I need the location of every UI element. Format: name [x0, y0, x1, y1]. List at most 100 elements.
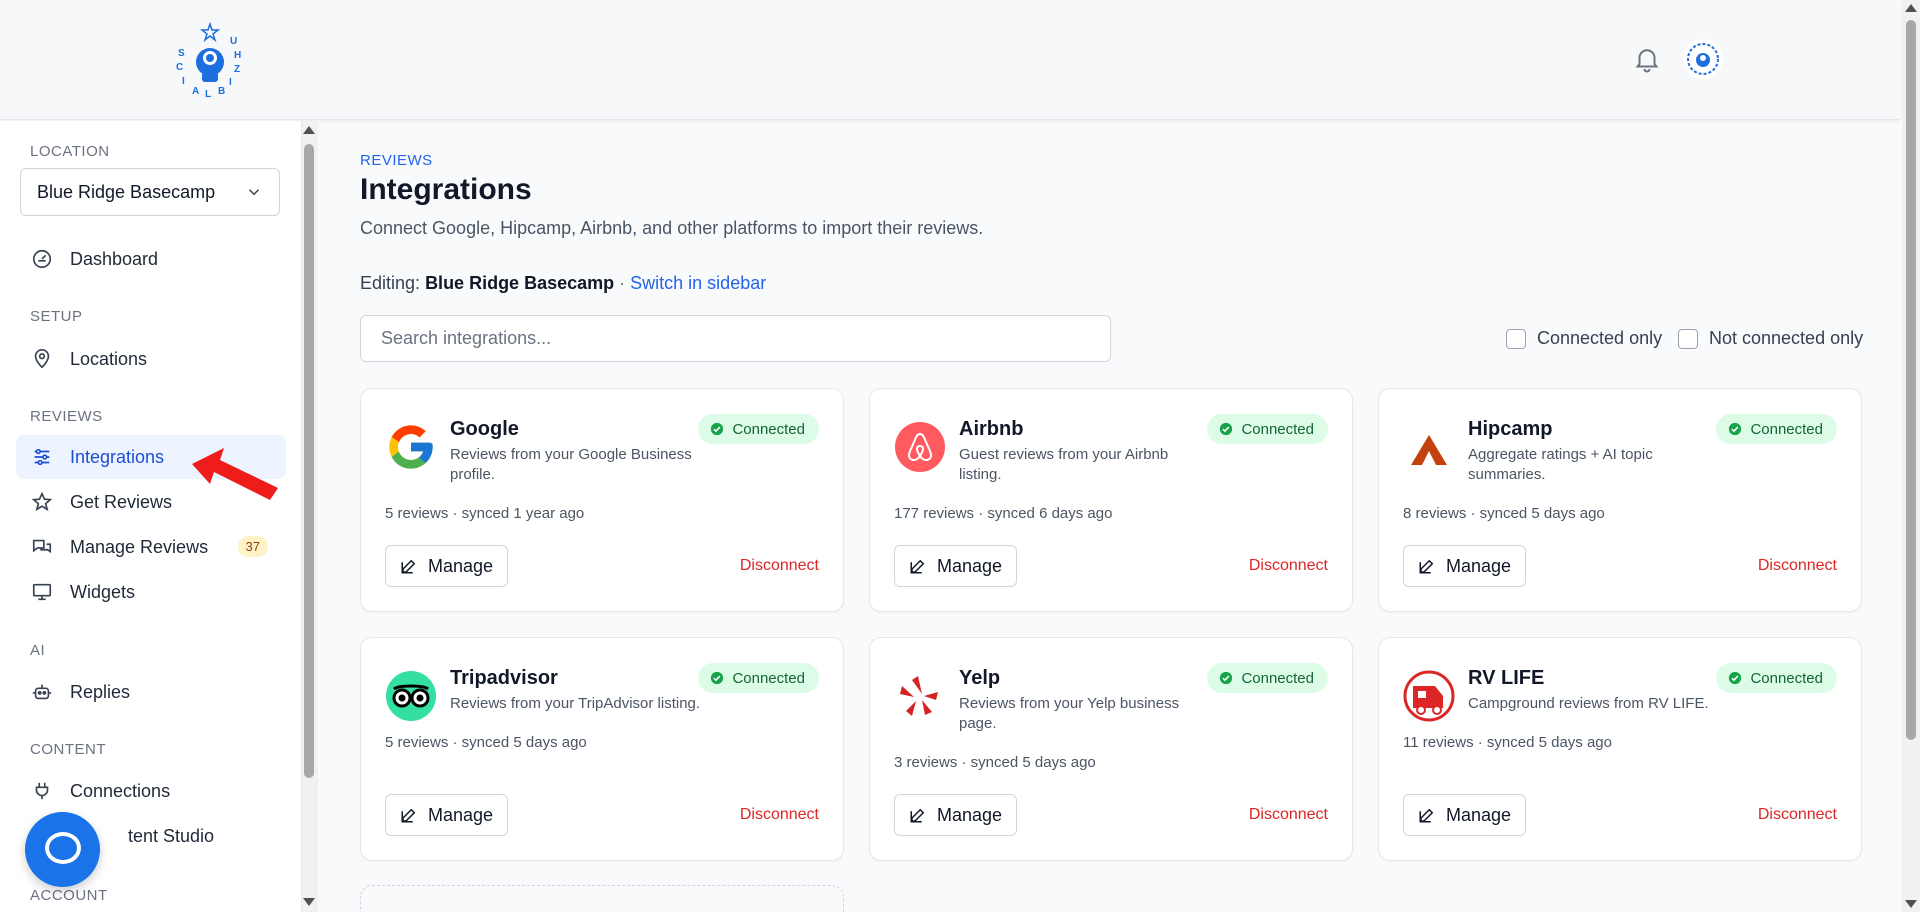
disconnect-link[interactable]: Disconnect: [1758, 806, 1837, 824]
manage-button[interactable]: Manage: [385, 545, 508, 587]
integration-meta: 8 reviews · synced 5 days ago: [1403, 505, 1605, 522]
svg-text:A: A: [192, 86, 199, 97]
avatar-logo[interactable]: [1682, 38, 1724, 80]
integration-name: Airbnb: [959, 418, 1024, 440]
gauge-icon: [30, 247, 54, 271]
page-scroll-up-arrow[interactable]: [1905, 4, 1917, 12]
disconnect-link[interactable]: Disconnect: [1758, 557, 1837, 575]
sidebar-item-label: Locations: [70, 348, 148, 369]
hipcamp-icon: [1411, 435, 1447, 465]
sidebar-item-dashboard[interactable]: Dashboard: [16, 237, 286, 281]
sidebar-item-manage-reviews[interactable]: Manage Reviews 37: [16, 525, 286, 569]
edit-icon: [910, 808, 925, 823]
svg-text:I: I: [229, 77, 232, 88]
svg-text:C: C: [176, 62, 183, 73]
disconnect-link[interactable]: Disconnect: [740, 806, 819, 824]
editing-label: Editing:: [360, 273, 421, 293]
integration-meta: 5 reviews · synced 5 days ago: [385, 734, 587, 751]
integration-meta: 3 reviews · synced 5 days ago: [894, 754, 1096, 771]
scroll-down-arrow[interactable]: [303, 898, 315, 906]
svg-text:Z: Z: [234, 64, 240, 75]
sidebar-item-connections[interactable]: Connections: [16, 769, 286, 813]
integration-name: Yelp: [959, 667, 1001, 689]
location-section-label: LOCATION: [30, 143, 110, 160]
integration-description: Reviews from your Yelp business page.: [959, 695, 1180, 732]
robot-icon: [30, 680, 54, 704]
sidebar-item-widgets[interactable]: Widgets: [16, 570, 286, 614]
manage-reviews-count-badge: 37: [237, 536, 268, 557]
bell-icon[interactable]: [1632, 44, 1662, 74]
integration-description: Campground reviews from RV LIFE.: [1468, 695, 1709, 712]
astronaut-logo[interactable]: S C I A L B I Z H U: [172, 22, 248, 98]
breadcrumb[interactable]: REVIEWS: [360, 152, 433, 169]
switch-in-sidebar-link[interactable]: Switch in sidebar: [630, 273, 766, 293]
location-select-value: Blue Ridge Basecamp: [37, 181, 216, 202]
svg-text:S: S: [178, 48, 185, 59]
setup-section-label: SETUP: [30, 308, 83, 325]
editing-line: Editing: Blue Ridge Basecamp · Switch in…: [360, 273, 766, 294]
integration-card-rv-life: RV LIFE Campground reviews from RV LIFE.…: [1378, 637, 1862, 861]
status-text: Connected: [1241, 420, 1314, 438]
connected-only-filter[interactable]: Connected only: [1506, 328, 1662, 349]
integration-description: Aggregate ratings + AI topic summaries.: [1468, 446, 1653, 483]
status-badge: Connected: [698, 663, 819, 693]
integration-card-google: Google Reviews from your Google Business…: [360, 388, 844, 612]
integration-card-yelp: Yelp Reviews from your Yelp business pag…: [869, 637, 1353, 861]
check-circle-icon: [1729, 671, 1742, 685]
integration-name: RV LIFE: [1468, 667, 1545, 689]
location-select[interactable]: Blue Ridge Basecamp: [20, 168, 280, 216]
disconnect-link[interactable]: Disconnect: [1249, 806, 1328, 824]
sidebar-item-label: tent Studio: [128, 825, 215, 846]
disconnect-link[interactable]: Disconnect: [740, 557, 819, 575]
manage-button[interactable]: Manage: [894, 545, 1017, 587]
page-scroll-down-arrow[interactable]: [1905, 900, 1917, 908]
airbnb-icon: [895, 422, 945, 472]
integration-card-airbnb: Airbnb Guest reviews from your Airbnb li…: [869, 388, 1353, 612]
not-connected-only-label: Not connected only: [1709, 328, 1864, 348]
page-scroll-thumb[interactable]: [1906, 20, 1916, 740]
status-badge: Connected: [1716, 663, 1837, 693]
manage-label: Manage: [1445, 555, 1512, 576]
check-circle-icon: [1220, 671, 1233, 685]
sidebar-item-replies[interactable]: Replies: [16, 670, 286, 714]
integration-name: Google: [450, 418, 519, 440]
not-connected-only-checkbox[interactable]: [1678, 328, 1698, 349]
disconnect-link[interactable]: Disconnect: [1249, 557, 1328, 575]
connected-only-checkbox[interactable]: [1506, 328, 1526, 349]
sidebar-item-label: Replies: [70, 681, 131, 702]
monitor-icon: [30, 580, 54, 604]
edit-icon: [910, 559, 925, 574]
sidebar-scroll-thumb[interactable]: [304, 144, 314, 778]
manage-button[interactable]: Manage: [385, 794, 508, 836]
integration-meta: 11 reviews · synced 5 days ago: [1403, 734, 1612, 751]
scroll-up-arrow[interactable]: [303, 126, 315, 134]
svg-text:H: H: [234, 50, 241, 61]
manage-button[interactable]: Manage: [1403, 794, 1526, 836]
content-section-label: CONTENT: [30, 741, 106, 758]
manage-button[interactable]: Manage: [1403, 545, 1526, 587]
sidebar-item-label: Manage Reviews: [70, 536, 209, 557]
status-badge: Connected: [1207, 414, 1328, 444]
status-badge: Connected: [1716, 414, 1837, 444]
sidebar-item-locations[interactable]: Locations: [16, 337, 286, 381]
sliders-icon: [30, 445, 54, 469]
status-badge: Connected: [698, 414, 819, 444]
check-circle-icon: [711, 671, 724, 685]
manage-label: Manage: [427, 555, 494, 576]
status-text: Connected: [732, 420, 805, 438]
sidebar-item-label: Integrations: [70, 446, 165, 467]
ai-section-label: AI: [30, 642, 46, 659]
not-connected-only-filter[interactable]: Not connected only: [1678, 328, 1863, 349]
search-input[interactable]: [360, 315, 1111, 362]
chat-widget-button[interactable]: [25, 812, 100, 887]
rvlife-icon: [1403, 670, 1455, 722]
status-text: Connected: [1750, 420, 1823, 438]
sidebar-item-label: Dashboard: [70, 248, 159, 269]
sidebar: LOCATION Blue Ridge Basecamp Dashboard S…: [0, 121, 302, 912]
add-integration-card[interactable]: [360, 885, 844, 912]
integration-name: Hipcamp: [1468, 418, 1553, 440]
sidebar-item-label: Connections: [70, 780, 171, 801]
manage-button[interactable]: Manage: [894, 794, 1017, 836]
svg-text:L: L: [205, 89, 211, 98]
check-circle-icon: [711, 422, 724, 436]
